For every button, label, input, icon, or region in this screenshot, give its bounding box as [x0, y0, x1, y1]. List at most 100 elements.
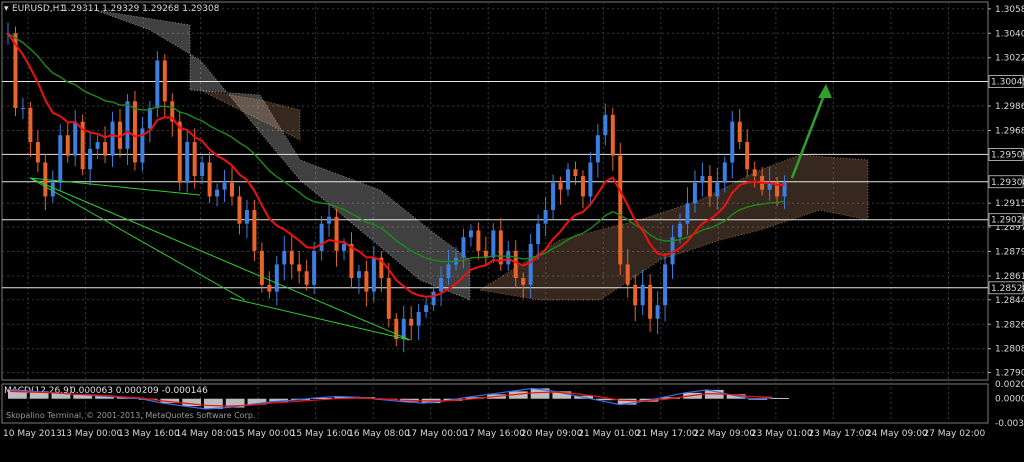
candle-bull [244, 210, 249, 224]
candle-bull [327, 216, 332, 224]
candle-bull [506, 250, 511, 265]
macd-y-tick-label: 0.0000 [995, 395, 1024, 405]
candle-bull [528, 244, 533, 285]
candle-bull [730, 121, 735, 163]
candle-bull [655, 305, 660, 319]
candle-bull [663, 264, 668, 306]
candle-bull [147, 108, 152, 129]
candle-bull [222, 182, 227, 190]
candle-bull [185, 142, 190, 183]
x-tick-label: 14 May 08:00 [176, 429, 238, 439]
candle-bull [566, 169, 570, 190]
price-level-label: 1.29509 [991, 150, 1024, 160]
y-tick-label: 1.29865 [995, 102, 1024, 112]
candle-bear [252, 210, 257, 251]
candle-bull [58, 135, 63, 183]
price-level-label: 1.29029 [991, 216, 1024, 226]
candle-bear [476, 230, 481, 251]
candle-bull [461, 237, 466, 258]
candle-bear [498, 230, 503, 265]
y-tick-label: 1.28260 [995, 320, 1024, 330]
candle-bear [558, 182, 563, 190]
candle-bull [20, 108, 25, 110]
candle-bull [416, 312, 421, 326]
candle-bull [73, 121, 78, 156]
x-tick-label: 15 May 00:00 [233, 429, 295, 439]
candle-bull [551, 182, 556, 211]
x-tick-label: 13 May 16:00 [118, 429, 180, 439]
x-tick-label: 27 May 02:00 [923, 429, 985, 439]
x-tick-label: 15 May 16:00 [291, 429, 353, 439]
trend-line [229, 297, 411, 341]
x-tick-label: 23 May 17:00 [808, 429, 870, 439]
y-tick-label: 1.30400 [995, 29, 1024, 39]
candle-bull [155, 60, 160, 109]
candle-bull [282, 250, 287, 265]
candle-bear [65, 135, 70, 156]
y-tick-label: 1.28080 [995, 345, 1024, 355]
price-level-label: 1.28528 [991, 284, 1024, 294]
candle-bear [297, 264, 302, 272]
candle-bull [595, 135, 600, 163]
y-tick-label: 1.28795 [995, 248, 1024, 258]
x-tick-label: 24 May 09:00 [866, 429, 928, 439]
x-tick-label: 22 May 09:00 [693, 429, 755, 439]
candle-bear [745, 142, 750, 170]
x-tick-label: 17 May 00:00 [406, 429, 468, 439]
candle-bull [640, 284, 645, 306]
trend-line [29, 177, 246, 301]
y-tick-label: 1.28615 [995, 272, 1024, 282]
candle-bear [618, 155, 623, 265]
candle-bull [431, 291, 436, 306]
candle-bear [162, 60, 167, 102]
candle-bear [707, 176, 712, 197]
candle-bull [215, 189, 220, 197]
candle-bull [200, 162, 205, 177]
y-tick-label: 1.28440 [995, 296, 1024, 306]
candle-bull [446, 264, 451, 279]
candle-bear [580, 176, 585, 197]
y-tick-label: 1.27905 [995, 369, 1024, 379]
candle-bear [334, 216, 339, 251]
candle-bear [132, 101, 137, 163]
candle-bear [409, 318, 414, 326]
candle-bull [685, 203, 690, 224]
x-tick-label: 17 May 16:00 [463, 429, 525, 439]
candle-bull [401, 318, 406, 340]
candle-bear [610, 114, 615, 156]
candle-bear [633, 284, 638, 306]
y-tick-label: 1.30220 [995, 54, 1024, 64]
candle-bull [439, 278, 444, 292]
candle-bull [356, 271, 361, 279]
candle-bear [28, 108, 33, 143]
candle-bear [573, 169, 578, 177]
y-tick-label: 1.29150 [995, 199, 1024, 209]
x-tick-label: 13 May 00:00 [61, 429, 123, 439]
candle-bull [88, 148, 93, 170]
candle-bull [468, 230, 473, 238]
candle-bull [371, 257, 376, 292]
forecast-arrow-head [818, 84, 832, 98]
candle-bear [207, 162, 212, 197]
x-tick-label: 16 May 08:00 [348, 429, 410, 439]
trading-chart: ▾ EURUSD,H1 1.29311 1.29329 1.29268 1.29… [0, 0, 1024, 462]
price-level-label: 1.29308 [991, 178, 1024, 188]
x-tick-label: 10 May 2013 [3, 429, 62, 439]
x-tick-label: 20 May 09:00 [521, 429, 583, 439]
candle-bull [715, 182, 720, 197]
candle-bear [35, 142, 40, 163]
x-tick-label: 23 May 01:00 [751, 429, 813, 439]
y-tick-label: 1.30580 [995, 5, 1024, 15]
candle-bear [192, 142, 197, 177]
candle-bear [103, 142, 108, 156]
copyright-text: Skopalino Terminal, © 2001-2013, MetaQuo… [6, 411, 255, 420]
candle-bull [342, 244, 346, 251]
candle-bull [603, 114, 608, 136]
candle-bear [259, 250, 264, 285]
candle-bull [491, 230, 496, 258]
candle-bull [319, 223, 324, 251]
candle-bear [289, 250, 294, 265]
candle-bull [424, 305, 429, 313]
candle-bull [722, 162, 727, 183]
candle-bull [700, 176, 705, 183]
